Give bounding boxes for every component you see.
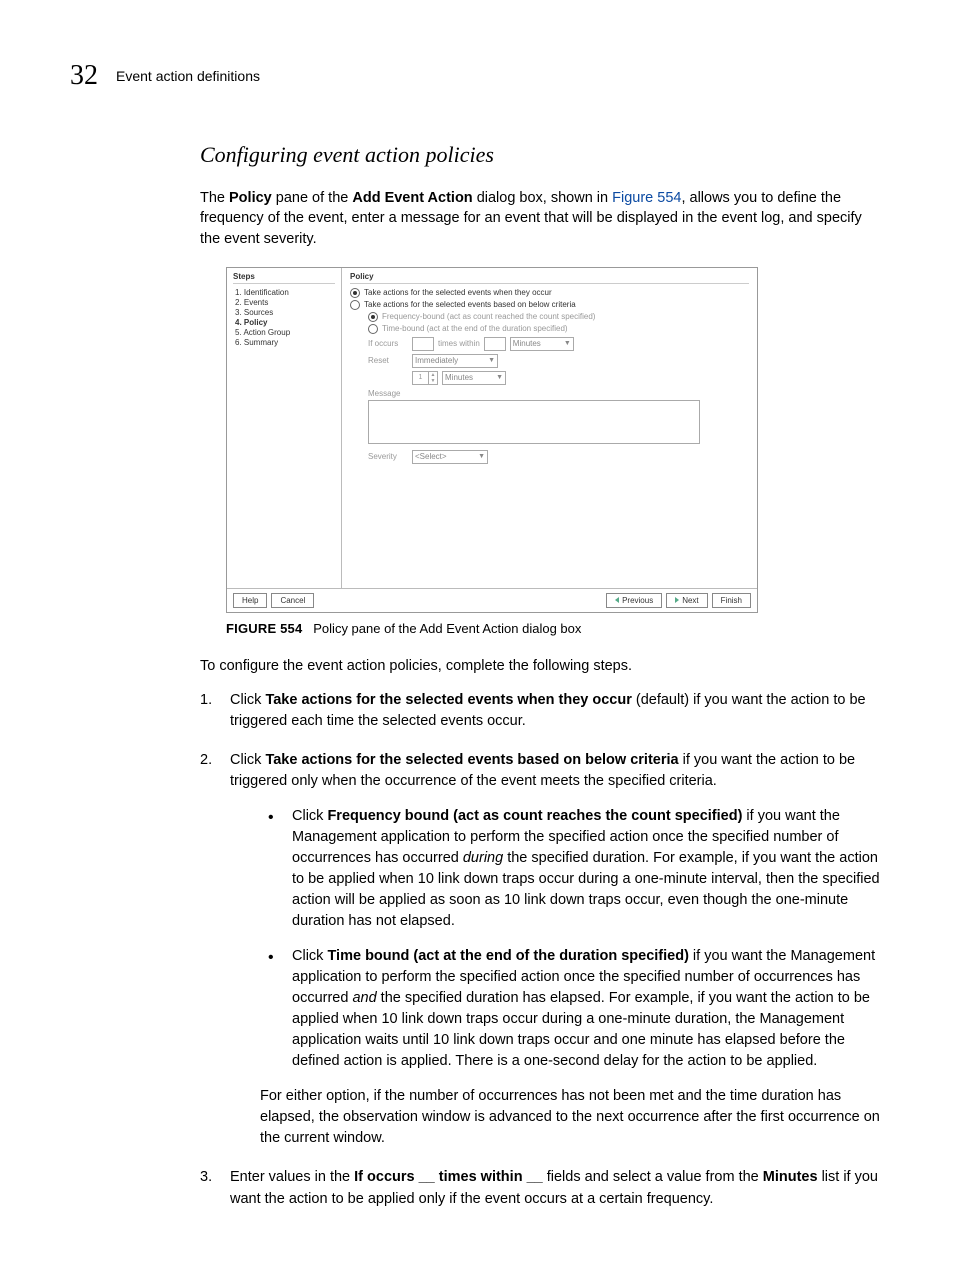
page-header: 32 Event action definitions [70, 60, 884, 92]
radio-icon [368, 324, 378, 334]
chevron-down-icon: ▼ [478, 453, 485, 460]
radio-icon [368, 312, 378, 322]
occurs-count-input[interactable] [412, 337, 434, 351]
reset-minutes-dropdown[interactable]: Minutes▼ [442, 371, 506, 385]
triangle-right-icon [675, 597, 679, 603]
radio-frequency-bound[interactable]: Frequency-bound (act as count reached th… [368, 312, 749, 322]
chevron-down-icon: ▼ [564, 340, 571, 347]
step-summary: 6. Summary [235, 338, 335, 347]
reset-dropdown[interactable]: Immediately▼ [412, 354, 498, 368]
bullet-time-bound: Click Time bound (act at the end of the … [268, 946, 884, 1072]
step-3: Enter values in the If occurs __ times w… [200, 1167, 884, 1209]
step-policy: 4. Policy [235, 318, 335, 327]
severity-dropdown[interactable]: <Select>▼ [412, 450, 488, 464]
radio-icon [350, 288, 360, 298]
triangle-left-icon [615, 597, 619, 603]
step-2: Click Take actions for the selected even… [200, 750, 884, 1149]
radio-below-criteria[interactable]: Take actions for the selected events bas… [350, 300, 749, 310]
step-1: Click Take actions for the selected even… [200, 690, 884, 732]
policy-title: Policy [350, 272, 749, 284]
radio-icon [350, 300, 360, 310]
step-events: 2. Events [235, 298, 335, 307]
within-input[interactable] [484, 337, 506, 351]
lead-text: To configure the event action policies, … [200, 656, 884, 676]
dialog-policy-pane: Policy Take actions for the selected eve… [342, 268, 757, 588]
message-label: Message [368, 389, 408, 398]
header-label: Event action definitions [116, 68, 260, 84]
next-button[interactable]: Next [666, 593, 707, 608]
minutes-dropdown[interactable]: Minutes▼ [510, 337, 574, 351]
bullet-frequency-bound: Click Frequency bound (act as count reac… [268, 806, 884, 932]
cancel-button[interactable]: Cancel [271, 593, 314, 608]
previous-button[interactable]: Previous [606, 593, 662, 608]
help-button[interactable]: Help [233, 593, 267, 608]
figure-link[interactable]: Figure 554 [612, 190, 681, 206]
figure-caption: FIGURE 554 Policy pane of the Add Event … [226, 621, 884, 636]
severity-label: Severity [368, 452, 408, 461]
dialog-steps-pane: Steps 1. Identification 2. Events 3. Sou… [227, 268, 342, 588]
reset-label: Reset [368, 356, 408, 365]
dialog-screenshot: Steps 1. Identification 2. Events 3. Sou… [226, 267, 758, 613]
step-2-note: For either option, if the number of occu… [260, 1086, 884, 1149]
radio-time-bound[interactable]: Time-bound (act at the end of the durati… [368, 324, 749, 334]
radio-when-occur[interactable]: Take actions for the selected events whe… [350, 288, 749, 298]
section-title: Configuring event action policies [200, 142, 884, 168]
message-textarea[interactable] [368, 400, 700, 444]
intro-paragraph: The Policy pane of the Add Event Action … [200, 188, 884, 249]
chevron-down-icon: ▼ [488, 357, 495, 364]
reset-spinner[interactable]: 1▲▼ [412, 371, 438, 385]
chevron-down-icon: ▼ [496, 374, 503, 381]
steps-title: Steps [233, 272, 335, 284]
finish-button[interactable]: Finish [712, 593, 751, 608]
step-identification: 1. Identification [235, 288, 335, 297]
if-occurs-label: If occurs [368, 339, 408, 348]
step-action-group: 5. Action Group [235, 328, 335, 337]
step-sources: 3. Sources [235, 308, 335, 317]
page-number: 32 [70, 60, 98, 92]
